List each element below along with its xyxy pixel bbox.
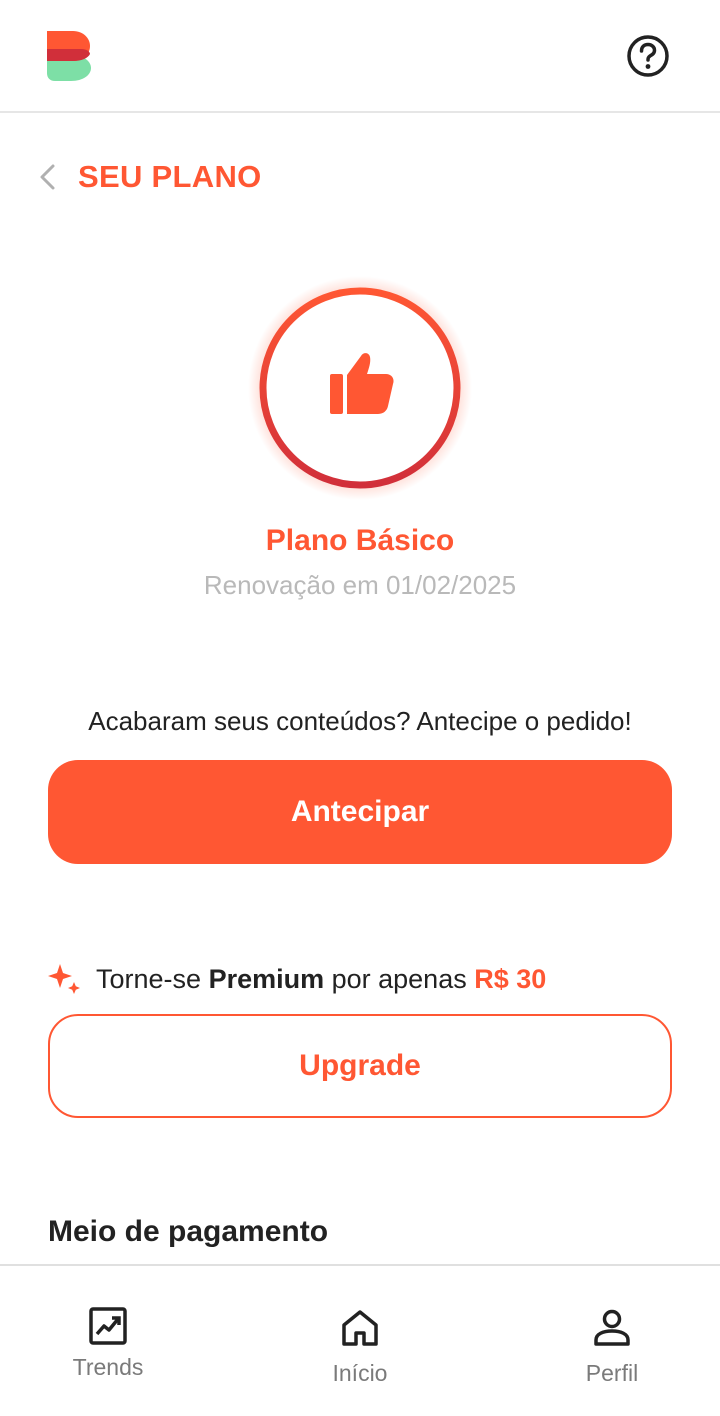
sparkle-icon [48,964,80,994]
user-icon [594,1309,630,1346]
nav-label-trends: Trends [72,1354,144,1380]
anticipate-button[interactable]: Antecipar [48,760,672,864]
brand-logo-icon[interactable] [47,31,91,81]
premium-text-before: Torne-se [96,963,209,994]
chevron-left-icon[interactable] [36,162,60,192]
plan-badge [248,276,472,500]
nav-item-perfil[interactable]: Perfil [564,1266,660,1416]
app-header [0,0,720,113]
home-icon [342,1310,378,1346]
payment-section-title: Meio de pagamento [48,1215,329,1248]
plan-name: Plano Básico [265,524,455,557]
trend-chart-icon [89,1307,127,1345]
premium-highlight: Premium [208,963,325,994]
anticipate-prompt: Acabaram seus conteúdos? Antecipe o pedi… [88,706,632,736]
nav-label-perfil: Perfil [585,1360,639,1386]
question-circle-icon[interactable] [626,34,670,78]
premium-text-middle: por apenas [324,963,475,994]
upgrade-button[interactable]: Upgrade [48,1014,672,1118]
page-title: SEU PLANO [78,159,262,194]
renewal-date: Renovação em 01/02/2025 [203,570,517,600]
nav-item-trends[interactable]: Trends [60,1266,156,1416]
nav-item-inicio[interactable]: Início [312,1266,408,1416]
bottom-nav: Trends Início Perfil [0,1264,720,1416]
page-heading: SEU PLANO [36,150,262,204]
premium-price: R$ 30 [474,963,547,994]
nav-label-inicio: Início [332,1360,388,1386]
premium-offer: Torne-se Premium por apenas R$ 30 [48,958,546,1000]
